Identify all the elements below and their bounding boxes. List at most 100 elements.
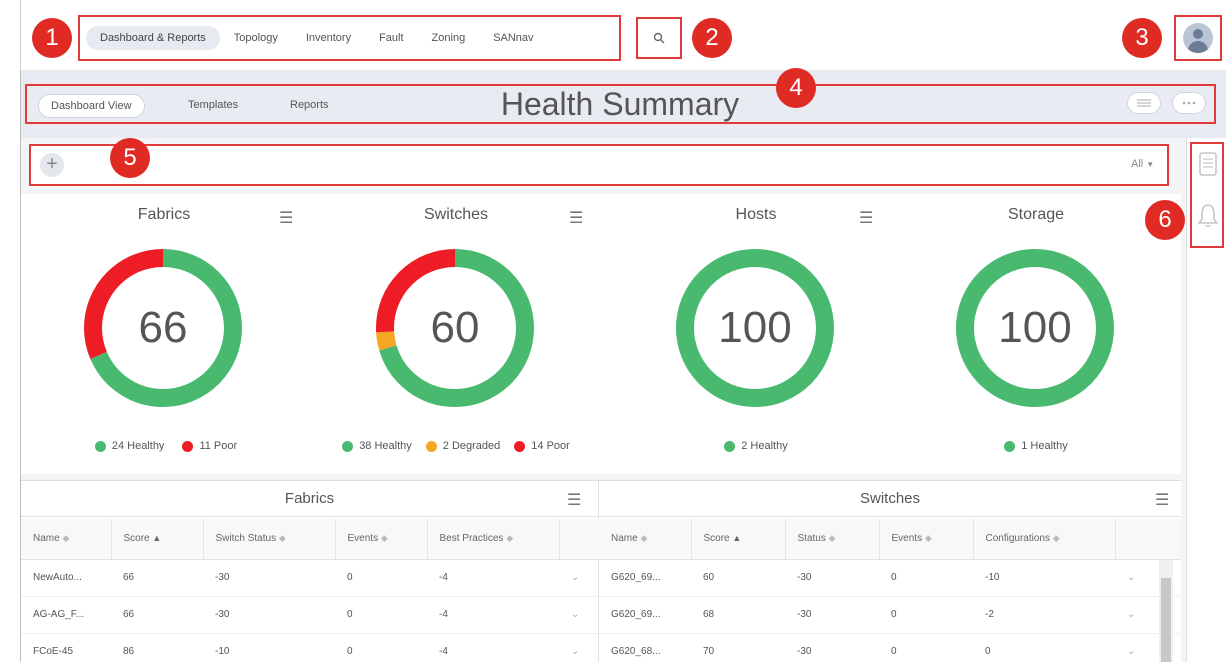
cell-status: -30 <box>785 559 879 597</box>
table-row[interactable]: G620_69... 68 -30 0 -2 ⌄ <box>599 596 1181 634</box>
sort-icon: ◆ <box>640 533 648 544</box>
table-row[interactable]: G620_68... 70 -30 0 0 ⌄ <box>599 633 1181 662</box>
switches-table: Name ◆ Score ▲ Status ◆ Events ◆ Configu… <box>599 519 1181 662</box>
nav-dashboard-reports[interactable]: Dashboard & Reports <box>86 26 220 50</box>
hamburger-menu-icon[interactable]: ☰ <box>1155 490 1169 510</box>
card-title: Switches <box>423 206 489 223</box>
health-card-storage: Storage 100 1 Healthy <box>891 194 1181 474</box>
degraded-dot-icon <box>425 440 437 452</box>
column-header-events[interactable]: Events ◆ <box>879 519 974 560</box>
sort-icon: ◆ <box>828 533 836 544</box>
column-header-switch-status[interactable]: Switch Status ◆ <box>203 519 336 560</box>
notifications-button[interactable] <box>1197 202 1219 233</box>
sort-icon: ◆ <box>1052 533 1060 544</box>
cell-best-practices: -4 <box>427 596 559 634</box>
legend-item: 2 Healthy <box>724 440 788 452</box>
callout-badge-4: 4 <box>776 68 816 108</box>
health-donut-chart: 60 <box>373 246 537 410</box>
column-header-score[interactable]: Score ▲ <box>691 519 786 560</box>
chart-legend: 24 Healthy 11 Poor <box>21 440 311 452</box>
health-score: 66 <box>138 303 188 352</box>
cell-best-practices: -4 <box>427 633 559 662</box>
hamburger-menu-icon[interactable]: ☰ <box>569 208 583 228</box>
sort-icon: ◆ <box>278 533 286 544</box>
hamburger-menu-icon[interactable]: ☰ <box>567 490 581 510</box>
cell-configurations: 0 <box>973 633 1115 662</box>
card-title: Hosts <box>735 206 777 223</box>
chevron-down-icon[interactable]: ⌄ <box>559 559 599 597</box>
cell-score: 70 <box>691 633 785 662</box>
health-card-fabrics: Fabrics ☰ 66 24 Healthy 11 Poor <box>21 194 311 474</box>
table-row[interactable]: AG-AG_F... 66 -30 0 -4 ⌄ <box>21 596 599 634</box>
cell-name: G620_69... <box>599 596 691 634</box>
table-title: Fabrics <box>21 481 598 517</box>
nav-topology[interactable]: Topology <box>220 26 292 50</box>
legend-item: 2 Degraded <box>425 440 500 452</box>
healthy-dot-icon <box>724 440 736 452</box>
card-title: Storage <box>1007 206 1065 223</box>
cell-status: -30 <box>785 633 879 662</box>
health-score: 100 <box>718 303 792 352</box>
callout-badge-2: 2 <box>692 18 732 58</box>
fabrics-table: Name ◆ Score ▲ Switch Status ◆ Events ◆ … <box>21 519 599 662</box>
table-row[interactable]: FCoE-45 86 -10 0 -4 ⌄ <box>21 633 599 662</box>
scrollbar-thumb[interactable] <box>1161 578 1171 662</box>
tab-reports[interactable]: Reports <box>278 94 341 116</box>
table-title: Switches <box>599 481 1181 517</box>
callout-badge-3: 3 <box>1122 18 1162 58</box>
nav-sannav[interactable]: SANnav <box>479 26 547 50</box>
switches-table-panel: Switches ☰ Name ◆ Score ▲ Status ◆ Event… <box>599 481 1181 662</box>
cell-events: 0 <box>879 633 973 662</box>
health-donut-chart: 100 <box>673 246 837 410</box>
cell-best-practices: -4 <box>427 559 559 597</box>
tab-templates[interactable]: Templates <box>176 94 250 116</box>
legend-item: 38 Healthy <box>342 440 412 452</box>
search-button[interactable] <box>636 17 682 59</box>
nav-zoning[interactable]: Zoning <box>418 26 480 50</box>
cell-score: 66 <box>111 559 203 597</box>
chevron-down-icon[interactable]: ⌄ <box>559 596 599 634</box>
health-summary-cards: Fabrics ☰ 66 24 Healthy 11 Poor Switches… <box>21 194 1181 474</box>
chart-legend: 2 Healthy <box>611 440 901 452</box>
sort-icon: ◆ <box>380 533 388 544</box>
nav-fault[interactable]: Fault <box>365 26 417 50</box>
sort-icon: ◆ <box>62 533 70 544</box>
cell-configurations: -10 <box>973 559 1115 597</box>
chevron-down-icon[interactable]: ⌄ <box>559 633 599 662</box>
cell-configurations: -2 <box>973 596 1115 634</box>
cell-name: AG-AG_F... <box>21 596 111 634</box>
health-card-switches: Switches ☰ 60 38 Healthy 2 Degraded 14 P… <box>311 194 601 474</box>
more-icon <box>1182 101 1196 105</box>
column-header-name[interactable]: Name ◆ <box>21 519 112 560</box>
healthy-dot-icon <box>1004 440 1016 452</box>
list-view-button[interactable] <box>1127 92 1161 114</box>
column-header-score[interactable]: Score ▲ <box>111 519 204 560</box>
tab-dashboard-view[interactable]: Dashboard View <box>38 94 145 118</box>
column-header-status[interactable]: Status ◆ <box>785 519 880 560</box>
nav-inventory[interactable]: Inventory <box>292 26 365 50</box>
report-button[interactable] <box>1199 152 1217 181</box>
column-header-best-practices[interactable]: Best Practices ◆ <box>427 519 560 560</box>
table-header-row: Name ◆ Score ▲ Switch Status ◆ Events ◆ … <box>21 519 599 560</box>
bell-icon <box>1197 204 1219 228</box>
table-row[interactable]: NewAuto... 66 -30 0 -4 ⌄ <box>21 559 599 597</box>
search-icon <box>653 32 665 44</box>
add-widget-button[interactable]: + <box>40 153 64 177</box>
user-profile-button[interactable] <box>1174 15 1222 61</box>
table-row[interactable]: G620_69... 60 -30 0 -10 ⌄ <box>599 559 1181 597</box>
cell-name: FCoE-45 <box>21 633 111 662</box>
hamburger-menu-icon[interactable]: ☰ <box>859 208 873 228</box>
more-options-button[interactable] <box>1172 92 1206 114</box>
health-donut-chart: 66 <box>81 246 245 410</box>
sort-icon: ◆ <box>924 533 932 544</box>
sort-ascending-icon: ▲ <box>152 533 162 544</box>
column-header-name[interactable]: Name ◆ <box>599 519 692 560</box>
cell-score: 86 <box>111 633 203 662</box>
hamburger-menu-icon[interactable]: ☰ <box>279 208 293 228</box>
healthy-dot-icon <box>342 440 354 452</box>
column-header-events[interactable]: Events ◆ <box>335 519 428 560</box>
legend-item: 24 Healthy <box>94 440 164 452</box>
filter-dropdown[interactable]: All ▼ <box>1131 158 1154 170</box>
column-header-configurations[interactable]: Configurations ◆ <box>973 519 1116 560</box>
card-title: Fabrics <box>137 206 191 223</box>
